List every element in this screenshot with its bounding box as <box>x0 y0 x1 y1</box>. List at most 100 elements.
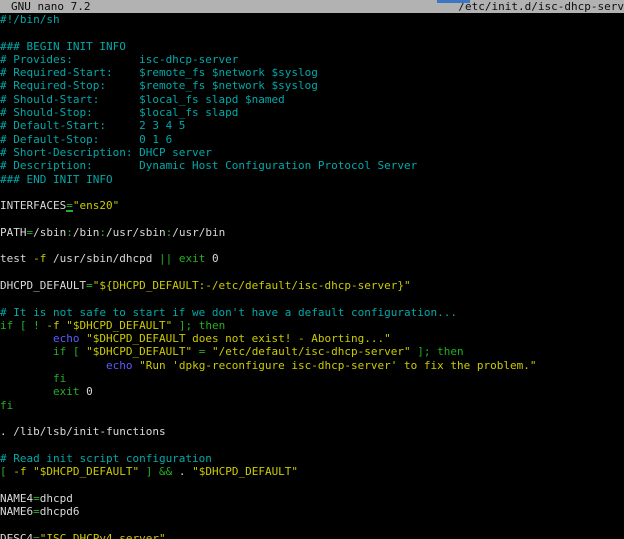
code-line: DESC4="ISC DHCPv4 server" <box>0 532 624 539</box>
code-token: ### END INIT INFO <box>0 173 113 186</box>
code-line <box>0 239 624 252</box>
code-line: # It is not safe to start if we don't ha… <box>0 306 624 319</box>
code-token <box>192 345 199 358</box>
code-token: # Read init script configuration <box>0 452 212 465</box>
code-token: -f <box>13 465 26 478</box>
code-token: # Should-Start: $local_fs slapd $named <box>0 93 285 106</box>
code-token: || <box>159 252 172 265</box>
code-line: # Provides: isc-dhcp-server <box>0 53 624 66</box>
code-line: # Short-Description: DHCP server <box>0 146 624 159</box>
editor-area[interactable]: #!/bin/sh ### BEGIN INIT INFO# Provides: … <box>0 13 624 539</box>
code-token: . <box>179 465 192 478</box>
code-line: # Read init script configuration <box>0 452 624 465</box>
code-line: ### BEGIN INIT INFO <box>0 40 624 53</box>
code-token <box>139 465 146 478</box>
code-token <box>0 359 106 372</box>
code-token: -f <box>33 252 46 265</box>
code-line: # Default-Stop: 0 1 6 <box>0 133 624 146</box>
code-token: ### BEGIN INIT INFO <box>0 40 126 53</box>
code-token: echo <box>106 359 133 372</box>
code-token: echo <box>53 332 80 345</box>
app-version-label: GNU nano 7.2 <box>0 0 90 13</box>
code-token: = <box>33 492 40 505</box>
code-token: # Required-Start: $remote_fs $network $s… <box>0 66 318 79</box>
code-token <box>0 332 53 345</box>
code-line: # Default-Start: 2 3 4 5 <box>0 119 624 132</box>
code-token: "$DHCPD_DEFAULT" <box>86 345 192 358</box>
code-token: NAME4 <box>0 492 33 505</box>
nano-titlebar: GNU nano 7.2 /etc/init.d/isc-dhcp-serv <box>0 0 624 13</box>
code-line: fi <box>0 372 624 385</box>
code-token: ]; then <box>179 319 225 332</box>
code-line: NAME6=dhcpd6 <box>0 505 624 518</box>
code-line: [ -f "$DHCPD_DEFAULT" ] && . "$DHCPD_DEF… <box>0 465 624 478</box>
code-line: test -f /usr/sbin/dhcpd || exit 0 <box>0 252 624 265</box>
code-line: echo "$DHCPD_DEFAULT does not exist! - A… <box>0 332 624 345</box>
code-token: "Run 'dpkg-reconfigure isc-dhcp-server' … <box>139 359 536 372</box>
code-token: : <box>66 226 73 239</box>
code-token: fi <box>0 399 13 412</box>
code-token: "ISC DHCPv4 server" <box>40 532 166 539</box>
code-token: -f <box>46 319 59 332</box>
code-token: exit <box>179 252 206 265</box>
code-token: dhcpd <box>40 492 73 505</box>
code-token: "$DHCPD_DEFAULT" <box>33 465 139 478</box>
code-token: exit <box>53 385 80 398</box>
code-line: PATH=/sbin:/bin:/usr/sbin:/usr/bin <box>0 226 624 239</box>
code-line: #!/bin/sh <box>0 13 624 26</box>
code-token: dhcpd6 <box>40 505 80 518</box>
code-token: if [ <box>53 345 86 358</box>
code-token: /usr/sbin/dhcpd <box>46 252 159 265</box>
code-line: # Should-Stop: $local_fs slapd <box>0 106 624 119</box>
code-token: # Short-Description: DHCP server <box>0 146 212 159</box>
code-token: "/etc/default/isc-dhcp-server" <box>212 345 411 358</box>
cursor-char: = <box>66 199 73 212</box>
code-token: INTERFACES <box>0 199 66 212</box>
code-token: ] && <box>146 465 179 478</box>
code-line <box>0 266 624 279</box>
code-token: "${DHCPD_DEFAULT:-/etc/default/isc-dhcp-… <box>93 279 411 292</box>
code-token: #!/bin/sh <box>0 13 60 26</box>
code-line <box>0 26 624 39</box>
code-token: . /lib/lsb/init-functions <box>0 425 166 438</box>
code-line: ### END INIT INFO <box>0 173 624 186</box>
code-token <box>0 372 53 385</box>
code-token: # Description: Dynamic Host Configuratio… <box>0 159 417 172</box>
code-line: . /lib/lsb/init-functions <box>0 425 624 438</box>
code-token: [ <box>0 465 13 478</box>
code-token: 0 <box>205 252 218 265</box>
code-token: /usr/bin <box>172 226 225 239</box>
file-path-label: /etc/init.d/isc-dhcp-serv <box>458 0 624 13</box>
top-blue-notch <box>437 0 470 3</box>
code-token: fi <box>53 372 66 385</box>
code-line: exit 0 <box>0 385 624 398</box>
code-token: # Should-Stop: $local_fs slapd <box>0 106 238 119</box>
code-line <box>0 186 624 199</box>
code-token <box>205 345 212 358</box>
code-line <box>0 412 624 425</box>
code-line: INTERFACES="ens20" <box>0 199 624 212</box>
code-token: NAME6 <box>0 505 33 518</box>
code-token: # Default-Stop: 0 1 6 <box>0 133 172 146</box>
terminal-window[interactable]: GNU nano 7.2 /etc/init.d/isc-dhcp-serv #… <box>0 0 624 539</box>
code-line: # Description: Dynamic Host Configuratio… <box>0 159 624 172</box>
code-token: "$DHCPD_DEFAULT does not exist! - Aborti… <box>86 332 391 345</box>
code-token: /bin <box>73 226 100 239</box>
code-token <box>172 319 179 332</box>
code-line <box>0 212 624 225</box>
code-token: PATH <box>0 226 27 239</box>
code-token: /usr/sbin <box>106 226 166 239</box>
code-token: "ens20" <box>73 199 119 212</box>
code-line: NAME4=dhcpd <box>0 492 624 505</box>
code-token: "$DHCPD_DEFAULT" <box>66 319 172 332</box>
code-line: if [ "$DHCPD_DEFAULT" = "/etc/default/is… <box>0 345 624 358</box>
code-token: DHCPD_DEFAULT <box>0 279 86 292</box>
code-token: # Required-Stop: $remote_fs $network $sy… <box>0 79 318 92</box>
code-token: if [ ! <box>0 319 46 332</box>
code-token: # It is not safe to start if we don't ha… <box>0 306 457 319</box>
code-line <box>0 292 624 305</box>
code-line: # Required-Start: $remote_fs $network $s… <box>0 66 624 79</box>
code-token: ]; then <box>417 345 463 358</box>
code-token: = <box>86 279 93 292</box>
code-token: test <box>0 252 33 265</box>
